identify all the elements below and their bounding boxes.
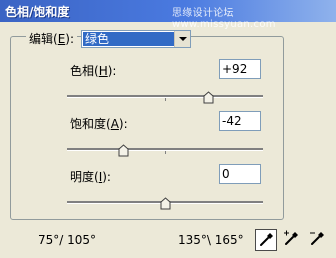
eyedropper-plus-icon	[284, 230, 298, 245]
saturation-input[interactable]: -42	[219, 111, 261, 131]
chevron-down-icon[interactable]	[174, 31, 190, 47]
lightness-label: 明度(I):	[70, 170, 111, 184]
eyedropper-minus-icon	[310, 232, 324, 245]
title-bar: 色相/饱和度 思缘设计论坛 www.missyuan.com	[0, 0, 336, 30]
hue-input[interactable]: +92	[219, 59, 261, 79]
hue-center-tick	[165, 98, 166, 101]
range-right-readout: 135°\ 165°	[178, 233, 244, 247]
eyedropper-button[interactable]	[255, 229, 277, 251]
eyedropper-icon	[260, 233, 273, 246]
eyedropper-subtract-button[interactable]	[307, 229, 327, 249]
edit-label: 编辑(E):	[26, 30, 78, 47]
range-left-readout: 75°/ 105°	[38, 233, 97, 247]
eyedropper-add-button[interactable]	[281, 229, 301, 249]
hue-slider-thumb[interactable]	[203, 91, 214, 104]
saturation-slider-thumb[interactable]	[118, 144, 129, 157]
saturation-label: 饱和度(A):	[70, 117, 128, 131]
window-title: 色相/饱和度	[5, 5, 70, 19]
edit-channel-select[interactable]: 绿色	[81, 30, 191, 48]
edit-channel-value: 绿色	[83, 32, 175, 46]
hue-label: 色相(H):	[70, 64, 117, 78]
saturation-center-tick	[165, 151, 166, 154]
lightness-slider-thumb[interactable]	[160, 197, 171, 210]
watermark: 思缘设计论坛 www.missyuan.com	[172, 8, 276, 30]
lightness-input[interactable]: 0	[219, 164, 261, 184]
